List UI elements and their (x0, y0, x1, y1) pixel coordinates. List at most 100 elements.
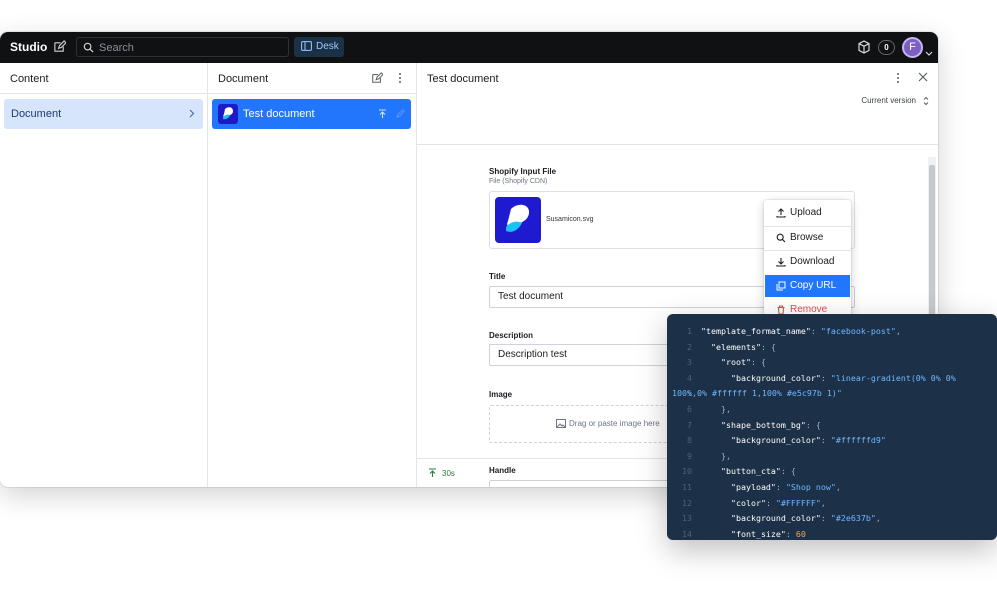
file-options-menu: Upload Browse Download Copy URL Remove (764, 200, 851, 317)
upload-icon (776, 208, 786, 218)
code-line-number: 8 (687, 435, 692, 446)
code-token: , (835, 482, 841, 492)
code-line: "background_color": "#2e637b", (701, 511, 881, 527)
file-name: Susamicon.svg (546, 216, 594, 223)
code-token: "root" (701, 357, 751, 368)
search-input[interactable] (97, 39, 286, 57)
code-line-number: 2 (687, 341, 692, 352)
code-token: "#2e637b" (830, 513, 876, 524)
field-label: Description (489, 331, 534, 340)
search-box[interactable] (76, 37, 289, 57)
menu-item-label: Download (790, 256, 835, 267)
code-line-number: 6 (687, 404, 692, 414)
editor-header: Test document Current version (417, 63, 938, 111)
json-code-panel: 1 "template_format_name": "facebook-post"… (667, 314, 997, 540)
code-line: 100%,0% #ffffff 1,100% #e5c97b 1)" (672, 386, 842, 402)
list-item-label: Test document (243, 108, 315, 120)
code-line: "template_format_name": "facebook-post", (701, 324, 901, 340)
code-line-number: 3 (687, 357, 692, 368)
code-line-number: 14 (682, 528, 692, 539)
code-line: "color": "#FFFFFF", (701, 496, 826, 512)
chevron-up-down-icon[interactable] (923, 96, 929, 109)
code-token: : (775, 482, 786, 492)
code-token: "facebook-post" (820, 326, 896, 336)
code-token: "linear-gradient(0% 0% 0% (830, 372, 956, 383)
edit-icon (396, 109, 405, 121)
chevron-right-icon (189, 109, 195, 121)
code-token: : { (805, 419, 821, 430)
menu-item-label: Browse (790, 232, 824, 243)
published-icon (378, 109, 387, 122)
more-vertical-icon[interactable] (896, 72, 900, 87)
code-line-number: 7 (687, 419, 692, 430)
list-item-label: Document (11, 108, 62, 120)
close-icon[interactable] (918, 72, 928, 85)
code-token: "font_size" (701, 528, 786, 539)
field-label: Image (489, 390, 513, 399)
menu-item-label: Upload (790, 207, 822, 218)
document-list-pane: Document Test document (208, 63, 417, 487)
code-line: "background_color": "linear-gradient(0% … (701, 371, 956, 387)
studio-logo[interactable]: Studio (10, 40, 47, 54)
package-icon[interactable] (857, 40, 871, 59)
code-line: "elements": { (701, 340, 776, 356)
code-token: , (875, 513, 881, 524)
code-token: "#FFFFFF" (775, 497, 821, 508)
list-item-test-document[interactable]: Test document (212, 99, 411, 129)
code-line: }, (701, 402, 731, 418)
code-line: "root": { (701, 355, 766, 371)
desk-tool-button[interactable]: Desk (294, 37, 344, 57)
pane-title: Document (218, 73, 269, 85)
notification-count-badge[interactable]: 0 (878, 40, 895, 55)
menu-item-copy-url[interactable]: Copy URL (765, 275, 850, 297)
field-description: File (Shopify CDN) (489, 178, 548, 185)
compose-icon[interactable] (371, 72, 384, 87)
code-token: "#ffffffd9" (830, 435, 886, 446)
code-line: "payload": "Shop now", (701, 480, 841, 496)
code-token: "background_color" (701, 513, 821, 524)
document-thumbnail (218, 104, 238, 124)
code-token: : (810, 326, 821, 336)
code-line: "shape_bottom_bg": { (701, 418, 821, 434)
code-token: : (820, 513, 831, 524)
code-token: : (820, 372, 831, 383)
download-icon (776, 258, 786, 267)
code-token: "color" (701, 497, 766, 508)
field-label: Title (489, 272, 506, 281)
menu-item-label: Copy URL (790, 280, 837, 291)
code-token: 100%,0% #ffffff 1,100% #e5c97b 1)" (672, 388, 842, 399)
code-token: "background_color" (701, 372, 821, 383)
document-title: Test document (427, 73, 499, 85)
field-label: Shopify Input File (489, 167, 557, 176)
code-token: "template_format_name" (701, 326, 811, 336)
code-token: : (765, 497, 776, 508)
code-line-number: 10 (682, 466, 692, 477)
copy-icon (776, 281, 786, 291)
code-token: "background_color" (701, 435, 821, 446)
top-bar: Studio Desk 0 F (0, 32, 938, 63)
content-pane: Content Document (0, 63, 208, 487)
user-avatar[interactable]: F (902, 37, 923, 58)
code-line: }, (701, 449, 731, 465)
pane-title: Content (10, 73, 49, 85)
chevron-down-icon[interactable] (925, 44, 933, 62)
menu-item-browse[interactable]: Browse (765, 227, 850, 249)
code-line-number: 4 (687, 372, 692, 383)
publish-icon[interactable] (428, 468, 437, 480)
more-vertical-icon[interactable] (398, 72, 402, 87)
compose-icon[interactable] (53, 40, 67, 54)
list-item-document-type[interactable]: Document (4, 99, 203, 129)
desk-icon (301, 41, 312, 51)
menu-item-upload[interactable]: Upload (765, 202, 850, 224)
code-token: 60 (795, 528, 806, 539)
document-pane-header: Document (208, 63, 416, 94)
desk-label: Desk (316, 41, 339, 52)
menu-item-download[interactable]: Download (765, 251, 850, 273)
version-selector[interactable]: Current version (861, 96, 916, 105)
file-preview-image (495, 197, 541, 243)
search-icon (83, 42, 94, 53)
code-token: "payload" (701, 482, 776, 492)
code-token: }, (701, 450, 731, 461)
image-icon (556, 419, 566, 428)
code-line-number: 11 (682, 482, 692, 492)
